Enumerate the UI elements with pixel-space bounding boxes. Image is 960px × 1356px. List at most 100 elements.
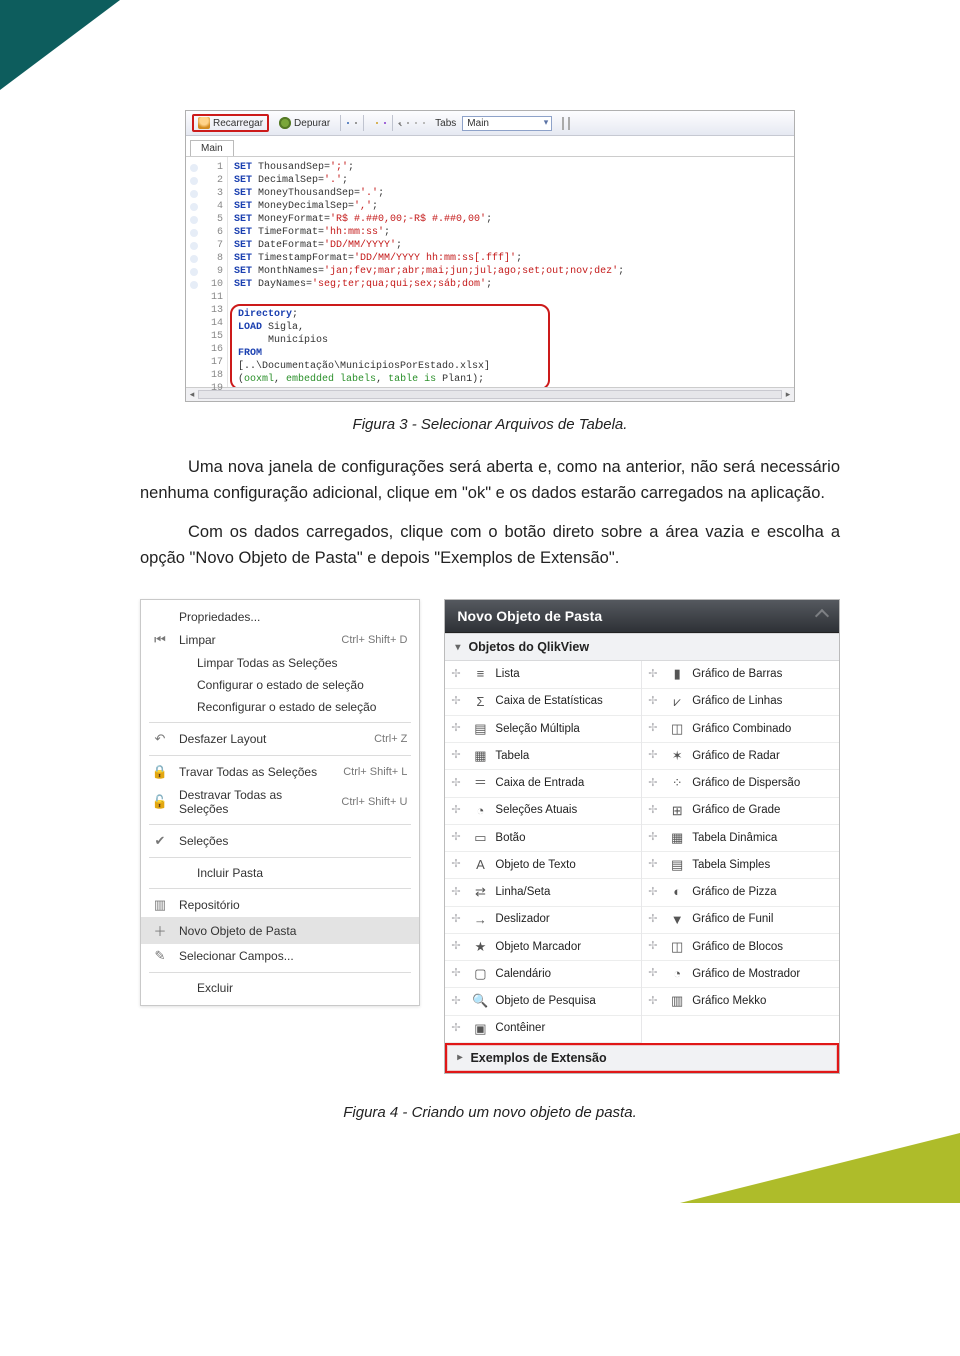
object-label: Lista <box>495 667 635 681</box>
object-label: Seleção Múltipla <box>495 722 635 736</box>
object-type-item[interactable]: ✢◔Gráfico de Mostrador <box>642 961 839 988</box>
context-menu-item[interactable]: Propriedades... <box>141 606 419 628</box>
toolbar-separator <box>363 115 364 131</box>
menu-item-label: Travar Todas as Seleções <box>179 765 333 779</box>
object-label: Caixa de Entrada <box>495 776 635 790</box>
context-menu-item[interactable]: ✔Seleções <box>141 829 419 853</box>
object-type-item[interactable]: ✢◫Gráfico de Blocos <box>642 934 839 961</box>
object-icon: ▣ <box>471 1021 489 1037</box>
object-type-item[interactable]: ✢✶Gráfico de Radar <box>642 743 839 770</box>
object-type-item[interactable]: ✢▭Botão <box>445 825 641 852</box>
context-menu-item[interactable]: Reconfigurar o estado de seleção <box>141 696 419 718</box>
drag-handle-icon: ✢ <box>451 940 465 954</box>
tabs-combo[interactable]: Main <box>462 116 552 131</box>
drag-handle-icon: ✢ <box>451 804 465 818</box>
object-type-item[interactable]: ✢▦Tabela Dinâmica <box>642 825 839 852</box>
object-type-item[interactable]: ✢⩗Gráfico de Linhas <box>642 689 839 716</box>
section-extension-examples[interactable]: ▸ Exemplos de Extensão <box>445 1043 839 1073</box>
object-label: Objeto de Pesquisa <box>495 994 635 1008</box>
context-menu-item[interactable]: 🔒Travar Todas as SeleçõesCtrl+ Shift+ L <box>141 760 419 784</box>
drag-handle-icon: ✢ <box>451 858 465 872</box>
object-type-item[interactable]: ✢▣Contêiner <box>445 1016 641 1043</box>
horizontal-scrollbar[interactable]: ◂▸ <box>186 387 794 401</box>
menu-item-label: Seleções <box>179 834 397 848</box>
find-icon[interactable] <box>399 122 401 124</box>
tabs-action-icon[interactable] <box>568 117 570 130</box>
context-menu-item[interactable]: ＋Novo Objeto de Pasta <box>141 917 419 944</box>
object-type-item[interactable]: ✢▤Tabela Simples <box>642 852 839 879</box>
object-type-item[interactable]: ✢▼Gráfico de Funil <box>642 907 839 934</box>
copy-icon[interactable] <box>376 122 378 124</box>
drag-handle-icon: ✢ <box>451 886 465 900</box>
toolbar-separator <box>340 115 341 131</box>
script-tab-main[interactable]: Main <box>190 140 234 156</box>
menu-item-label: Repositório <box>179 898 397 912</box>
object-icon: → <box>471 912 489 928</box>
object-type-item[interactable]: ✢★Objeto Marcador <box>445 934 641 961</box>
object-column-left: ✢≡Lista✢ΣCaixa de Estatísticas✢▤Seleção … <box>445 661 642 1043</box>
debug-button[interactable]: Depurar <box>275 116 334 130</box>
context-menu-item[interactable]: Excluir <box>141 977 419 999</box>
context-menu-item[interactable]: Incluir Pasta <box>141 862 419 884</box>
panel-title: Novo Objeto de Pasta <box>457 608 602 624</box>
object-type-item[interactable]: ✢⁘Gráfico de Dispersão <box>642 770 839 797</box>
context-menu-item[interactable]: ⏮LimparCtrl+ Shift+ D <box>141 628 419 652</box>
object-type-item[interactable]: ✢▢Calendário <box>445 961 641 988</box>
object-label: Gráfico Combinado <box>692 722 833 736</box>
panel-titlebar: Novo Objeto de Pasta <box>445 600 839 633</box>
object-icon: ⁘ <box>668 775 686 791</box>
object-label: Gráfico de Pizza <box>692 885 833 899</box>
doc-icon[interactable] <box>407 122 409 124</box>
drag-handle-icon: ✢ <box>648 858 662 872</box>
context-menu-item[interactable]: ▥Repositório <box>141 893 419 917</box>
object-type-item[interactable]: ✢▤Seleção Múltipla <box>445 716 641 743</box>
code-content[interactable]: SET ThousandSep=';';SET DecimalSep='.';S… <box>228 157 794 387</box>
save-icon[interactable] <box>347 122 349 124</box>
object-label: Tabela <box>495 749 635 763</box>
object-label: Seleções Atuais <box>495 803 635 817</box>
object-type-item[interactable]: ✢≡Lista <box>445 661 641 688</box>
object-type-item[interactable]: ✢▦Tabela <box>445 743 641 770</box>
object-column-right: ✢▮Gráfico de Barras✢⩗Gráfico de Linhas✢◫… <box>642 661 839 1043</box>
menu-item-label: Excluir <box>179 981 397 995</box>
paste-icon[interactable] <box>384 122 386 124</box>
object-icon: ▦ <box>471 748 489 764</box>
object-icon: ★ <box>471 939 489 955</box>
object-type-item[interactable]: ✢→Deslizador <box>445 907 641 934</box>
object-type-item[interactable]: ✢＝Caixa de Entrada <box>445 770 641 797</box>
context-menu-item[interactable]: Limpar Todas as Seleções <box>141 652 419 674</box>
debug-label: Depurar <box>294 118 330 129</box>
object-type-item[interactable]: ✢◫Gráfico Combinado <box>642 716 839 743</box>
menu-item-label: Limpar Todas as Seleções <box>179 656 397 670</box>
section-qlikview-objects[interactable]: ▾ Objetos do QlikView <box>445 633 839 661</box>
figure-4-caption: Figura 4 - Criando um novo objeto de pas… <box>140 1104 840 1121</box>
env-icon[interactable] <box>415 122 417 124</box>
tabs-action-icon[interactable] <box>562 117 564 130</box>
menu-item-label: Configurar o estado de seleção <box>179 678 397 692</box>
reload-button[interactable]: Recarregar <box>192 114 269 132</box>
context-menu-item[interactable]: ↶Desfazer LayoutCtrl+ Z <box>141 727 419 751</box>
object-type-item[interactable]: ✢▮Gráfico de Barras <box>642 661 839 688</box>
object-icon: ◫ <box>668 721 686 737</box>
object-label: Gráfico de Linhas <box>692 694 833 708</box>
object-type-item[interactable]: ✢ΣCaixa de Estatísticas <box>445 689 641 716</box>
object-type-item[interactable]: ✢▥Gráfico Mekko <box>642 988 839 1015</box>
object-type-item[interactable]: ✢ ◔ Seleções Atuais <box>445 798 641 825</box>
print-icon[interactable] <box>355 122 357 124</box>
drag-handle-icon: ✢ <box>648 668 662 682</box>
context-menu-item[interactable]: 🔓Destravar Todas as SeleçõesCtrl+ Shift+… <box>141 784 419 820</box>
object-type-item[interactable]: ✢⊞Gráfico de Grade <box>642 798 839 825</box>
tab-icon[interactable] <box>423 122 425 124</box>
drag-handle-icon: ✢ <box>648 804 662 818</box>
object-type-item[interactable]: ✢AObjeto de Texto <box>445 852 641 879</box>
drag-handle-icon: ✢ <box>648 886 662 900</box>
object-icon: ◔ <box>471 803 489 819</box>
drag-handle-icon: ✢ <box>648 831 662 845</box>
object-type-item[interactable]: ✢⇄Linha/Seta <box>445 879 641 906</box>
script-tab-bar: Main <box>186 136 794 157</box>
object-type-item[interactable]: ✢🔍Objeto de Pesquisa <box>445 988 641 1015</box>
context-menu-item[interactable]: ✎Selecionar Campos... <box>141 944 419 968</box>
object-type-item[interactable]: ✢◐Gráfico de Pizza <box>642 879 839 906</box>
object-label: Gráfico de Blocos <box>692 940 833 954</box>
context-menu-item[interactable]: Configurar o estado de seleção <box>141 674 419 696</box>
